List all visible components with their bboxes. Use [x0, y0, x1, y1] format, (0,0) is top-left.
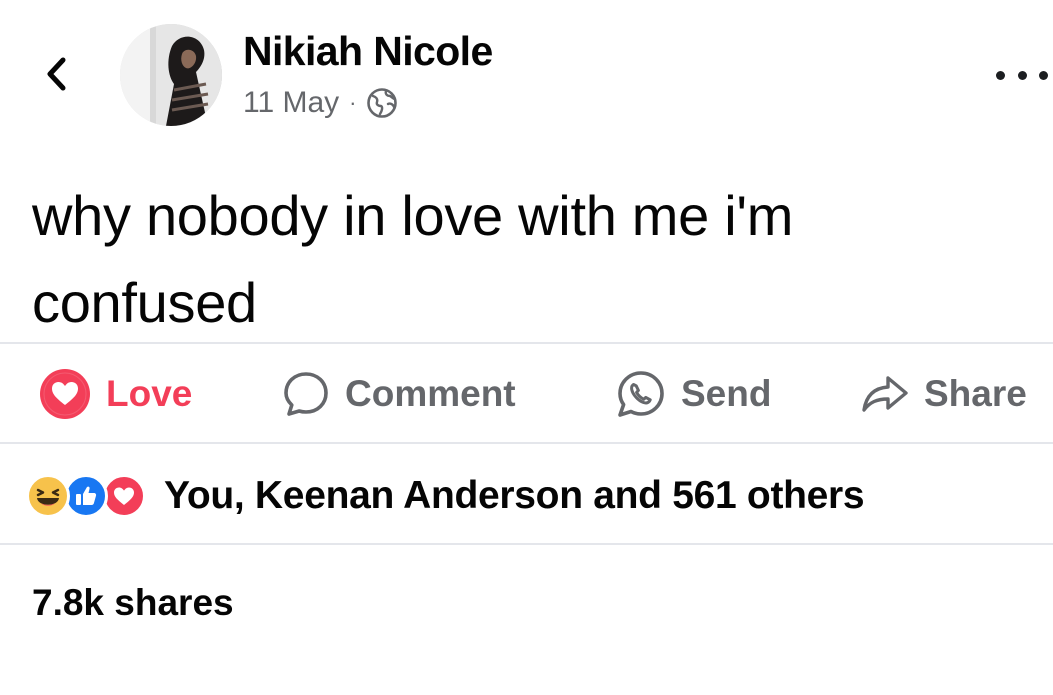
- send-button[interactable]: Send: [615, 364, 771, 424]
- post-meta: 11 May ·: [243, 86, 398, 120]
- back-button[interactable]: [36, 54, 76, 94]
- love-button[interactable]: Love: [38, 364, 192, 424]
- comment-icon: [281, 369, 331, 419]
- heart-icon: [38, 367, 92, 421]
- more-options-button[interactable]: [996, 60, 1048, 90]
- haha-emoji-icon: [26, 474, 70, 518]
- comment-label: Comment: [345, 373, 516, 414]
- post-page: Nikiah Nicole 11 May · why nobody in lov…: [0, 0, 1053, 695]
- more-dots-icon: [996, 70, 1005, 80]
- globe-icon: [366, 87, 398, 119]
- post-text: why nobody in love with me i'm confused: [32, 172, 1032, 346]
- reaction-icons: [26, 471, 154, 521]
- divider: [0, 342, 1053, 344]
- post-text-line: why nobody in love with me i'm: [32, 184, 794, 247]
- avatar-photo: [120, 24, 222, 126]
- author-avatar[interactable]: [120, 24, 222, 126]
- shares-count[interactable]: 7.8k shares: [32, 582, 234, 624]
- share-arrow-icon: [860, 372, 910, 416]
- meta-separator: ·: [349, 90, 357, 115]
- like-icon: [64, 474, 108, 518]
- divider: [0, 543, 1053, 545]
- whatsapp-icon: [615, 368, 667, 420]
- love-label: Love: [106, 373, 193, 414]
- author-name[interactable]: Nikiah Nicole: [243, 28, 493, 75]
- chevron-left-icon: [47, 57, 66, 91]
- post-text-line: confused: [32, 271, 257, 334]
- reactions-summary[interactable]: You, Keenan Anderson and 561 others: [26, 468, 865, 524]
- share-button[interactable]: Share: [860, 364, 1027, 424]
- heart-icon: [102, 474, 146, 518]
- reactions-text: You, Keenan Anderson and 561 others: [164, 474, 865, 517]
- comment-button[interactable]: Comment: [281, 364, 516, 424]
- post-date[interactable]: 11 May: [243, 86, 339, 120]
- send-label: Send: [681, 373, 772, 414]
- share-label: Share: [924, 373, 1027, 414]
- divider: [0, 442, 1053, 444]
